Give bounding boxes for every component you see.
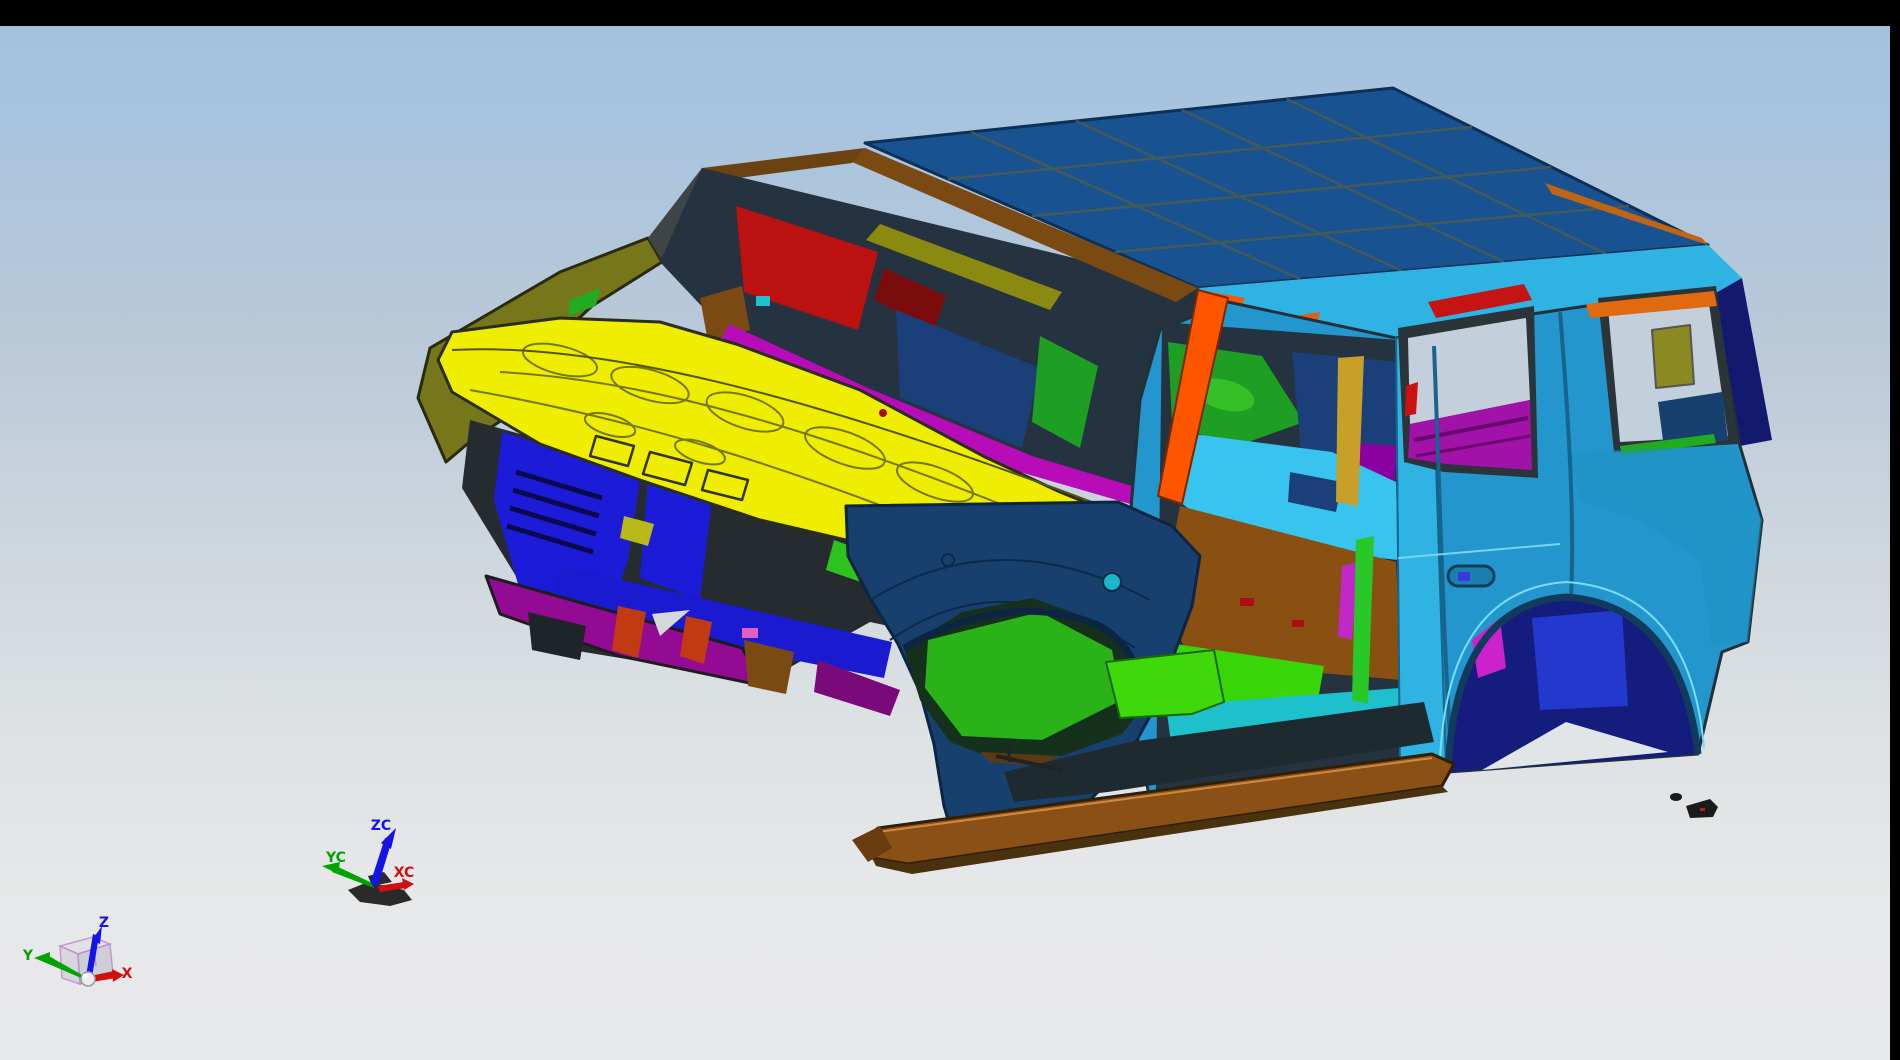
acs-origin-sphere (81, 972, 95, 986)
acs-x-label: X (122, 966, 133, 982)
door-handle-recess[interactable] (1448, 566, 1494, 586)
rear-door-window[interactable] (1398, 306, 1538, 478)
clip-pink-fleck (742, 628, 758, 638)
fender-hole-teal (1103, 573, 1121, 591)
wcs-triad[interactable]: ZC YC XC (322, 818, 414, 906)
rocker-green-member[interactable] (1106, 650, 1224, 718)
loose-debris-parts[interactable] (1670, 793, 1718, 818)
wcs-z-label: ZC (371, 818, 391, 834)
wcs-y-label: YC (325, 850, 346, 866)
arch-blue-panel (1532, 610, 1628, 710)
floor-red-part (1240, 598, 1254, 606)
acs-y-arrowhead (34, 952, 50, 964)
acs-origin-highlight (83, 974, 88, 979)
quarter-bracket-olive (1652, 325, 1694, 388)
right-edge-bar (1890, 0, 1900, 1060)
cowl-cyan-fleck (756, 296, 770, 306)
cad-application-window: ZC YC XC Z Y X (0, 0, 1900, 1060)
hood-red-dot (879, 409, 887, 417)
window-red-sliver (1405, 382, 1418, 416)
model-viewport[interactable]: ZC YC XC Z Y X (0, 0, 1900, 1060)
acs-z-label: Z (99, 915, 109, 931)
acs-y-label: Y (22, 948, 34, 964)
floor-red-part (1292, 620, 1304, 627)
wcs-x-label: XC (394, 865, 415, 881)
debris-red-speck (1700, 808, 1705, 811)
board-rod-tick (1008, 748, 1010, 762)
car-body-model[interactable] (418, 88, 1772, 874)
acs-triad: Z Y X (22, 915, 133, 986)
